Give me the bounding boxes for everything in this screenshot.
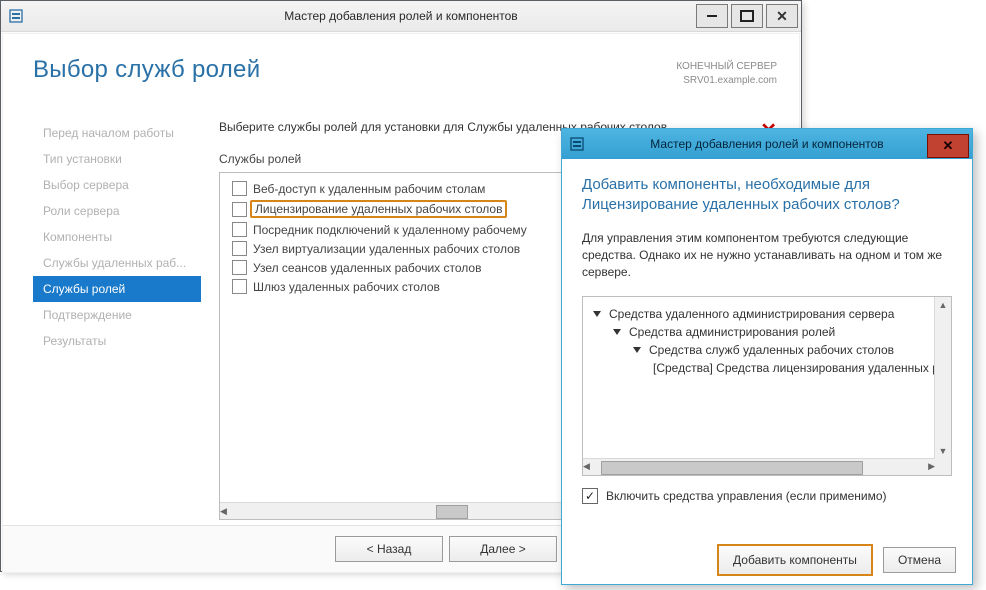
include-management-tools-row[interactable]: ✓ Включить средства управления (если при… bbox=[582, 488, 952, 504]
scroll-left-icon[interactable]: ◀ bbox=[583, 459, 590, 475]
scroll-left-icon[interactable]: ◀ bbox=[220, 503, 227, 519]
role-label: Веб-доступ к удаленным рабочим столам bbox=[253, 182, 485, 196]
add-features-dialog: Мастер добавления ролей и компонентов ✕ … bbox=[561, 128, 973, 585]
dialog-titlebar[interactable]: Мастер добавления ролей и компонентов ✕ bbox=[562, 129, 972, 159]
dialog-title: Мастер добавления ролей и компонентов bbox=[562, 137, 972, 151]
scrollbar-corner bbox=[935, 459, 951, 475]
checkbox[interactable] bbox=[232, 181, 247, 196]
nav-role-services[interactable]: Службы ролей bbox=[33, 276, 201, 302]
role-label: Посредник подключений к удаленному рабоч… bbox=[253, 223, 527, 237]
destination-server-info: КОНЕЧНЫЙ СЕРВЕР SRV01.example.com bbox=[676, 56, 777, 88]
scrollbar-thumb[interactable] bbox=[436, 505, 468, 519]
scrollbar-thumb[interactable] bbox=[601, 461, 863, 475]
tree-label: Средства администрирования ролей bbox=[629, 325, 835, 339]
role-label: Шлюз удаленных рабочих столов bbox=[253, 280, 440, 294]
role-label: Узел виртуализации удаленных рабочих сто… bbox=[253, 242, 520, 256]
expand-icon[interactable] bbox=[633, 347, 641, 353]
destination-server: SRV01.example.com bbox=[676, 74, 777, 88]
tree-label: Средства служб удаленных рабочих столов bbox=[649, 343, 894, 357]
nav-confirmation[interactable]: Подтверждение bbox=[33, 302, 201, 328]
destination-label: КОНЕЧНЫЙ СЕРВЕР bbox=[676, 60, 777, 74]
window-title: Мастер добавления ролей и компонентов bbox=[1, 9, 801, 23]
nav-server-roles[interactable]: Роли сервера bbox=[33, 198, 201, 224]
dialog-body: Добавить компоненты, необходимые для Лиц… bbox=[562, 159, 972, 514]
dialog-heading: Добавить компоненты, необходимые для Лиц… bbox=[582, 175, 952, 216]
required-features-tree: Средства удаленного администрирования се… bbox=[582, 296, 952, 476]
tree-node-rsat[interactable]: Средства удаленного администрирования се… bbox=[589, 305, 929, 323]
nav-before-you-begin[interactable]: Перед началом работы bbox=[33, 120, 201, 146]
dialog-footer: Добавить компоненты Отмена bbox=[562, 536, 972, 584]
checkbox[interactable] bbox=[232, 241, 247, 256]
tree-label: Средства удаленного администрирования се… bbox=[609, 307, 894, 321]
checkbox[interactable] bbox=[232, 260, 247, 275]
horizontal-scrollbar[interactable]: ◀ ▶ bbox=[583, 458, 935, 475]
previous-button[interactable]: < Назад bbox=[335, 536, 443, 562]
nav-features[interactable]: Компоненты bbox=[33, 224, 201, 250]
wizard-titlebar[interactable]: Мастер добавления ролей и компонентов ✕ bbox=[1, 1, 801, 32]
close-button[interactable]: ✕ bbox=[766, 4, 798, 28]
tree-node-licensing-tools[interactable]: [Средства] Средства лицензирования удале… bbox=[589, 359, 929, 377]
next-button[interactable]: Далее > bbox=[449, 536, 557, 562]
checkbox[interactable] bbox=[232, 222, 247, 237]
dialog-cancel-button[interactable]: Отмена bbox=[883, 547, 956, 573]
include-management-tools-checkbox[interactable]: ✓ bbox=[582, 488, 598, 504]
page-title: Выбор служб ролей bbox=[33, 56, 260, 88]
role-label: Лицензирование удаленных рабочих столов bbox=[250, 200, 507, 218]
wizard-nav: Перед началом работы Тип установки Выбор… bbox=[33, 120, 201, 520]
server-manager-icon bbox=[568, 135, 586, 153]
wizard-header: Выбор служб ролей КОНЕЧНЫЙ СЕРВЕР SRV01.… bbox=[3, 34, 799, 96]
tree-inner: Средства удаленного администрирования се… bbox=[583, 297, 935, 459]
minimize-button[interactable] bbox=[696, 4, 728, 28]
role-label: Узел сеансов удаленных рабочих столов bbox=[253, 261, 481, 275]
server-manager-icon bbox=[7, 7, 25, 25]
scroll-right-icon[interactable]: ▶ bbox=[928, 459, 935, 475]
scroll-up-icon[interactable]: ▲ bbox=[935, 297, 951, 313]
tree-node-role-admin-tools[interactable]: Средства администрирования ролей bbox=[589, 323, 929, 341]
tree-node-rds-tools[interactable]: Средства служб удаленных рабочих столов bbox=[589, 341, 929, 359]
scroll-down-icon[interactable]: ▼ bbox=[935, 443, 951, 459]
nav-results[interactable]: Результаты bbox=[33, 328, 201, 354]
expand-icon[interactable] bbox=[613, 329, 621, 335]
tree-label: [Средства] Средства лицензирования удале… bbox=[653, 361, 935, 375]
expand-icon[interactable] bbox=[593, 311, 601, 317]
nav-installation-type[interactable]: Тип установки bbox=[33, 146, 201, 172]
dialog-paragraph: Для управления этим компонентом требуютс… bbox=[582, 230, 952, 282]
nav-remote-desktop-services[interactable]: Службы удаленных раб... bbox=[33, 250, 201, 276]
add-features-button[interactable]: Добавить компоненты bbox=[717, 544, 873, 576]
dialog-close-button[interactable]: ✕ bbox=[927, 134, 969, 158]
include-management-tools-label: Включить средства управления (если приме… bbox=[606, 489, 887, 503]
checkbox[interactable] bbox=[232, 279, 247, 294]
nav-server-selection[interactable]: Выбор сервера bbox=[33, 172, 201, 198]
window-controls: ✕ bbox=[696, 1, 801, 31]
vertical-scrollbar[interactable]: ▲ ▼ bbox=[934, 297, 951, 459]
checkbox[interactable] bbox=[232, 202, 247, 217]
maximize-button[interactable] bbox=[731, 4, 763, 28]
